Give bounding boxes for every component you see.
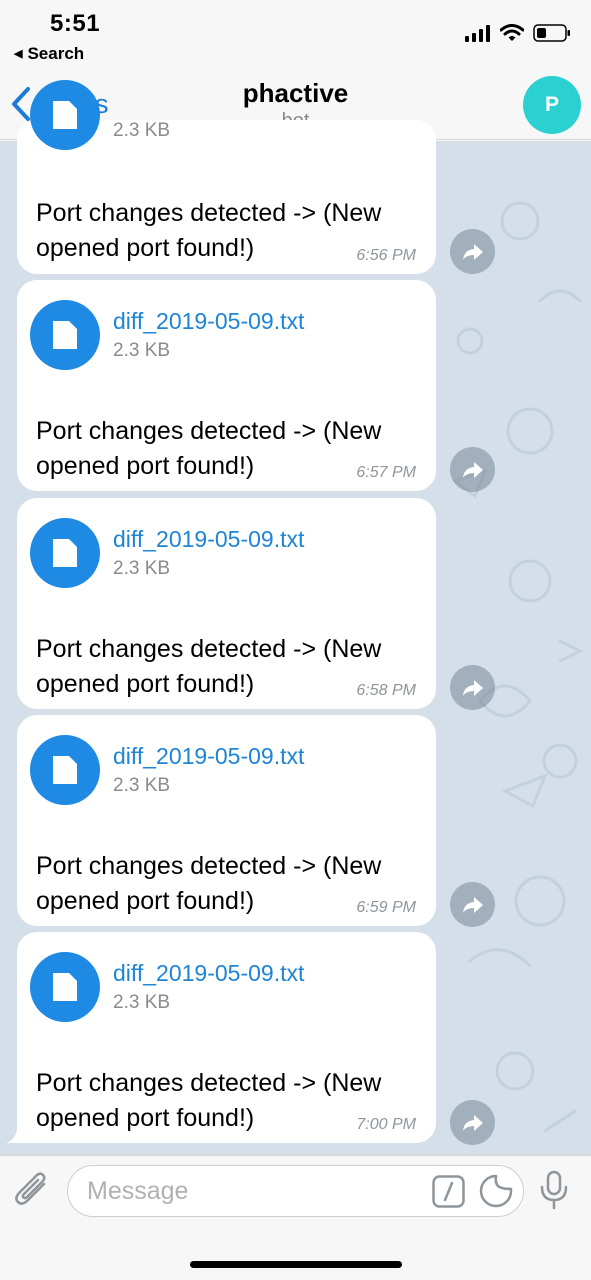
message-time: 6:58 PM — [356, 682, 416, 699]
message-bubble[interactable]: 2.3 KB Port changes detected -> (New ope… — [17, 80, 436, 274]
bot-commands-button[interactable] — [432, 1175, 465, 1213]
message-time: 6:56 PM — [356, 247, 416, 264]
forward-button[interactable] — [450, 229, 495, 274]
file-icon[interactable] — [30, 952, 100, 1022]
file-icon[interactable] — [30, 80, 100, 150]
message-bubble[interactable]: diff_2019-05-09.txt 2.3 KB Port changes … — [17, 715, 436, 926]
forward-icon — [462, 243, 483, 260]
message-input-box[interactable] — [67, 1165, 524, 1217]
file-size: 2.3 KB — [113, 558, 171, 579]
document-icon — [53, 973, 77, 1001]
forward-icon — [462, 679, 483, 696]
status-icons — [465, 24, 571, 42]
forward-icon — [462, 1114, 483, 1131]
battery-icon — [533, 24, 570, 42]
back-triangle-icon: ◀ — [14, 48, 23, 60]
slash-command-icon — [432, 1175, 465, 1208]
status-time: 5:51 — [50, 10, 101, 37]
wifi-icon — [500, 24, 524, 41]
file-size: 2.3 KB — [113, 120, 171, 141]
message-time: 6:59 PM — [356, 899, 416, 916]
forward-button[interactable] — [450, 1100, 495, 1145]
status-back-to-search[interactable]: ◀ Search — [14, 44, 84, 64]
sticker-icon — [479, 1174, 513, 1208]
bubble-tail — [6, 1126, 26, 1143]
file-size: 2.3 KB — [113, 992, 171, 1013]
file-name-link[interactable]: diff_2019-05-09.txt — [113, 960, 304, 987]
message-input[interactable] — [87, 1166, 417, 1216]
forward-icon — [462, 896, 483, 913]
status-back-label: Search — [27, 44, 85, 63]
forward-icon — [462, 461, 483, 478]
file-size: 2.3 KB — [113, 340, 171, 361]
avatar[interactable]: P — [523, 76, 581, 134]
file-name-link[interactable]: diff_2019-05-09.txt — [113, 308, 304, 335]
document-icon — [53, 539, 77, 567]
file-name-link[interactable]: diff_2019-05-09.txt — [113, 526, 304, 553]
message-bubble[interactable]: diff_2019-05-09.txt 2.3 KB Port changes … — [17, 498, 436, 709]
file-size: 2.3 KB — [113, 775, 171, 796]
microphone-icon — [540, 1170, 568, 1210]
message-composer — [0, 1155, 591, 1280]
status-bar: 5:51 ◀ Search — [0, 0, 591, 70]
document-icon — [53, 756, 77, 784]
message-bubble[interactable]: diff_2019-05-09.txt 2.3 KB Port changes … — [17, 932, 436, 1143]
message-time: 6:57 PM — [356, 464, 416, 481]
forward-button[interactable] — [450, 447, 495, 492]
voice-message-button[interactable] — [538, 1170, 570, 1215]
sticker-button[interactable] — [479, 1174, 513, 1213]
home-indicator — [190, 1261, 402, 1268]
forward-button[interactable] — [450, 665, 495, 710]
file-icon[interactable] — [30, 518, 100, 588]
document-icon — [53, 101, 77, 129]
file-name-link[interactable]: diff_2019-05-09.txt — [113, 743, 304, 770]
file-icon[interactable] — [30, 300, 100, 370]
paperclip-icon — [15, 1172, 46, 1205]
signal-icon — [465, 24, 490, 42]
forward-button[interactable] — [450, 882, 495, 927]
file-icon[interactable] — [30, 735, 100, 805]
attach-button[interactable] — [14, 1170, 52, 1215]
message-bubble[interactable]: diff_2019-05-09.txt 2.3 KB Port changes … — [17, 280, 436, 491]
document-icon — [53, 321, 77, 349]
message-time: 7:00 PM — [356, 1116, 416, 1133]
